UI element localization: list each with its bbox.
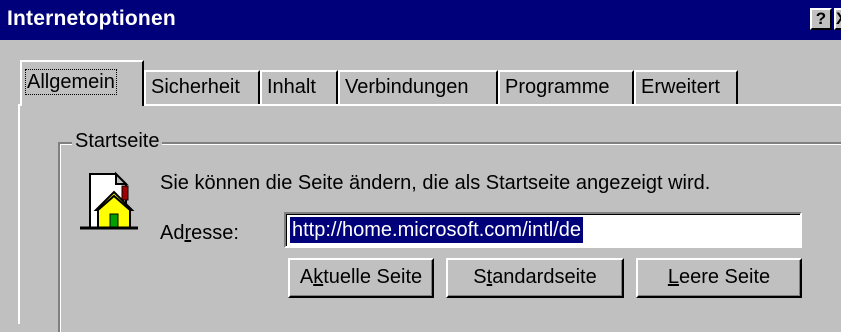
startseite-description: Sie können die Seite ändern, die als Sta…: [160, 172, 711, 194]
tab-inhalt[interactable]: Inhalt: [260, 70, 338, 104]
close-icon: X: [836, 10, 841, 28]
window-title: Internetoptionen: [7, 7, 176, 30]
tab-label: Erweitert: [641, 76, 720, 98]
current-page-button[interactable]: Aktuelle Seite: [288, 258, 434, 298]
internet-options-dialog: Internetoptionen ? X Allgemein Sicherhei…: [0, 0, 841, 332]
tab-verbindungen[interactable]: Verbindungen: [338, 70, 498, 104]
tab-programme[interactable]: Programme: [498, 70, 634, 104]
startseite-group-title: Startseite: [72, 130, 163, 153]
help-button[interactable]: ?: [810, 8, 832, 30]
default-page-button[interactable]: Standardseite: [446, 258, 624, 298]
tab-erweitert[interactable]: Erweitert: [634, 70, 738, 104]
blank-page-button[interactable]: Leere Seite: [636, 258, 802, 298]
title-bar[interactable]: Internetoptionen ? X: [0, 0, 841, 40]
address-label: Adresse:: [160, 222, 239, 244]
home-page-icon: [80, 171, 138, 230]
tab-label: Allgemein: [25, 69, 117, 95]
tab-sicherheit[interactable]: Sicherheit: [144, 70, 260, 104]
tab-label: Programme: [505, 76, 610, 98]
tab-label: Inhalt: [267, 76, 316, 98]
close-button[interactable]: X: [834, 8, 841, 30]
address-value: http://home.microsoft.com/intl/de: [290, 217, 584, 243]
address-input[interactable]: http://home.microsoft.com/intl/de: [284, 212, 802, 248]
tab-allgemein[interactable]: Allgemein: [20, 60, 144, 106]
tab-label: Sicherheit: [151, 76, 240, 98]
tab-label: Verbindungen: [345, 76, 469, 98]
